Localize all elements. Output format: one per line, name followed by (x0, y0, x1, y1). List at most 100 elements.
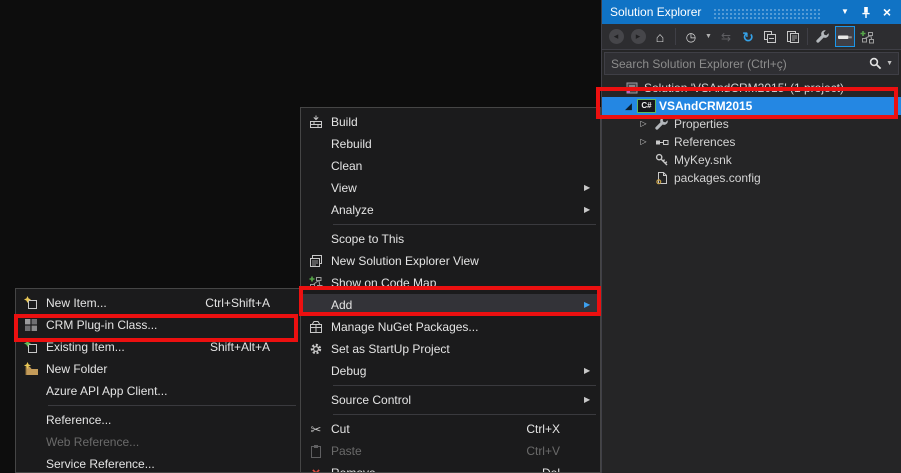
expander-collapsed-icon[interactable]: ▷ (636, 120, 651, 128)
menu-item-remove[interactable]: ×RemoveDel (301, 462, 600, 473)
menu-item-shortcut: Ctrl+Shift+A (205, 296, 284, 310)
properties-button[interactable] (813, 26, 833, 47)
solution-explorer-titlebar[interactable]: Solution Explorer ▼× (602, 0, 901, 24)
menu-item-label: Manage NuGet Packages... (331, 320, 560, 334)
search-input[interactable]: Search Solution Explorer (Ctrl+ç) ▼ (604, 52, 899, 75)
menu-item-clean[interactable]: Clean (301, 155, 600, 177)
forward-button[interactable]: ▸ (628, 26, 648, 47)
menu-item-service-reference[interactable]: Service Reference... (16, 453, 300, 473)
menu-item-label: Set as StartUp Project (331, 342, 560, 356)
tree-item-label: Properties (672, 117, 729, 131)
menu-item-label: Reference... (46, 413, 270, 427)
tree-item-properties[interactable]: ▷ Properties (602, 115, 901, 133)
menu-item-paste[interactable]: PasteCtrl+V (301, 440, 600, 462)
menu-item-label: Clean (331, 159, 560, 173)
preview-doc-icon (785, 30, 799, 44)
menu-item-label: Scope to This (331, 232, 560, 246)
nuget-icon (301, 320, 331, 334)
submenu-arrow-icon: ▶ (584, 396, 600, 404)
menu-item-label: Add (331, 298, 560, 312)
tree-item-project-vsandcrm2015[interactable]: ◢C#VSAndCRM2015 (602, 97, 901, 115)
home-icon: ⌂ (656, 30, 664, 44)
search-icon[interactable] (869, 57, 882, 70)
menu-item-azure-api-app-client[interactable]: Azure API App Client... (16, 380, 300, 402)
solution-icon (621, 81, 642, 95)
filter-dropdown-button[interactable]: ▼ (703, 26, 714, 47)
menu-item-new-folder[interactable]: New Folder (16, 358, 300, 380)
back-button[interactable]: ◂ (606, 26, 626, 47)
menu-item-analyze[interactable]: Analyze▶ (301, 199, 600, 221)
menu-item-shortcut: Shift+Alt+A (210, 340, 284, 354)
toolbar-separator (807, 28, 808, 45)
menu-item-source-control[interactable]: Source Control ▶ (301, 389, 600, 411)
crm-plugin-icon (16, 318, 46, 332)
close-button[interactable]: × (879, 4, 895, 20)
clipboard-icon (301, 444, 331, 458)
menu-item-label: Source Control (331, 393, 560, 407)
tree-item-solution[interactable]: Solution 'VSAndCRM2015' (1 project) (602, 79, 901, 97)
refresh-button[interactable]: ↻ (738, 26, 758, 47)
menu-item-label: Show on Code Map (331, 276, 560, 290)
remove-x-icon: × (301, 466, 331, 473)
new-solution-explorer-view-button[interactable] (857, 26, 877, 47)
collapse-all-button[interactable] (760, 26, 780, 47)
collapse-all-icon (763, 30, 777, 44)
visual-studio-window: Solution Explorer ▼× ◂▸⌂◷▼⇆↻ Search Solu… (0, 0, 901, 473)
new-folder-icon (16, 362, 46, 376)
key-icon (651, 153, 672, 167)
menu-item-view[interactable]: View ▶ (301, 177, 600, 199)
menu-item-shortcut: Ctrl+X (526, 422, 584, 436)
expander-collapsed-icon[interactable]: ▷ (636, 138, 651, 146)
menu-item-label: Remove (331, 466, 542, 473)
menu-item-label: Service Reference... (46, 457, 270, 471)
expander-expanded-icon[interactable]: ◢ (621, 102, 636, 111)
menu-item-manage-nuget-packages[interactable]: Manage NuGet Packages... (301, 316, 600, 338)
refresh-icon: ↻ (742, 30, 754, 44)
titlebar-buttons: ▼× (832, 4, 895, 20)
menu-item-add[interactable]: Add▶ (301, 294, 600, 316)
preview-selected-items-button[interactable] (782, 26, 802, 47)
home-button[interactable]: ⌂ (650, 26, 670, 47)
menu-item-label: Azure API App Client... (46, 384, 270, 398)
tree-item-references[interactable]: ▷References (602, 133, 901, 151)
history-clock-icon: ◷ (686, 31, 696, 43)
menu-item-cut[interactable]: ✂CutCtrl+X (301, 418, 600, 440)
menu-item-existing-item[interactable]: Existing Item...Shift+Alt+A (16, 336, 300, 358)
panel-title: Solution Explorer (610, 5, 701, 19)
search-options-chevron-icon[interactable]: ▼ (886, 60, 893, 67)
gear-icon (301, 342, 331, 356)
menu-item-build[interactable]: Build (301, 111, 600, 133)
menu-item-web-reference[interactable]: Web Reference... (16, 431, 300, 453)
tree-item-label: Solution 'VSAndCRM2015' (1 project) (642, 81, 844, 95)
menu-item-new-solution-explorer-view[interactable]: New Solution Explorer View (301, 250, 600, 272)
menu-item-new-item[interactable]: New Item...Ctrl+Shift+A (16, 292, 300, 314)
menu-item-set-as-startup-project[interactable]: Set as StartUp Project (301, 338, 600, 360)
menu-item-rebuild[interactable]: Rebuild (301, 133, 600, 155)
pending-changes-filter-button[interactable]: ◷ (681, 26, 701, 47)
tree-item-mykey-snk[interactable]: MyKey.snk (602, 151, 901, 169)
menu-item-label: Build (331, 115, 560, 129)
back-circle-icon: ◂ (609, 29, 624, 44)
sync-with-active-document-button[interactable]: ⇆ (716, 26, 736, 47)
menu-item-label: View (331, 181, 560, 195)
solution-explorer-panel: Solution Explorer ▼× ◂▸⌂◷▼⇆↻ Search Solu… (601, 0, 901, 473)
existing-item-icon (16, 340, 46, 354)
submenu-arrow-icon: ▶ (584, 184, 600, 192)
titlebar-grip-dots (713, 8, 822, 20)
show-all-files-button[interactable] (835, 26, 855, 47)
window-position-button[interactable]: ▼ (837, 4, 853, 20)
wrench-icon (651, 117, 672, 131)
csharp-project-icon: C# (636, 99, 657, 113)
menu-item-label: Analyze (331, 203, 560, 217)
menu-item-scope-to-this[interactable]: Scope to This (301, 228, 600, 250)
menu-separator (48, 405, 296, 406)
menu-separator (333, 385, 596, 386)
tree-item-packages-config[interactable]: packages.config (602, 169, 901, 187)
menu-item-reference[interactable]: Reference... (16, 409, 300, 431)
submenu-arrow-icon: ▶ (584, 367, 600, 375)
menu-item-label: New Folder (46, 362, 270, 376)
menu-item-debug[interactable]: Debug▶ (301, 360, 600, 382)
menu-item-crm-plugin-class[interactable]: CRM Plug-in Class... (16, 314, 300, 336)
pin-button[interactable] (858, 4, 874, 20)
menu-item-show-on-code-map[interactable]: Show on Code Map (301, 272, 600, 294)
